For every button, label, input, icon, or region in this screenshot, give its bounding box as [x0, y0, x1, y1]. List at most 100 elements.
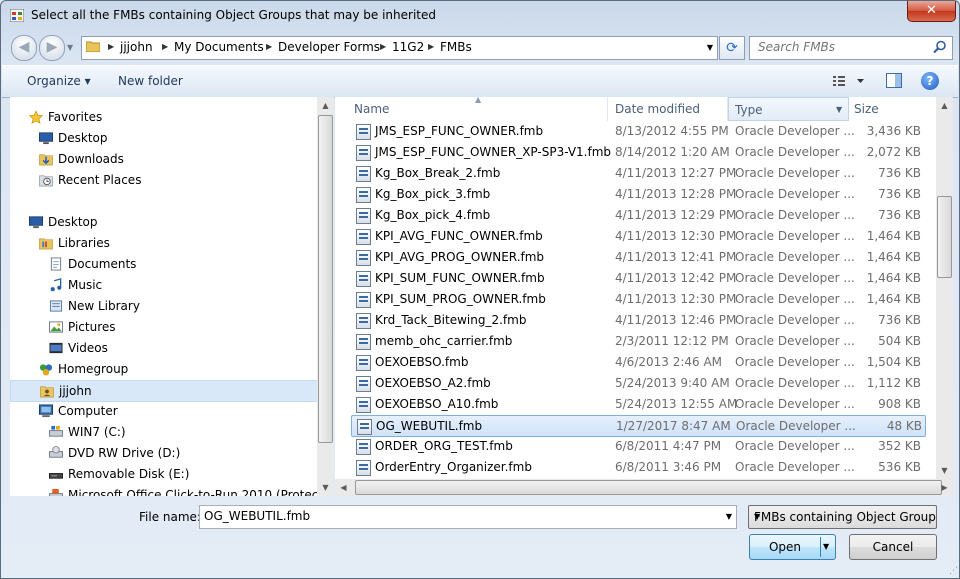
open-button[interactable]: Open ▼ [749, 534, 836, 560]
nav-item-win7-c[interactable]: WIN7 (C:) [48, 422, 310, 442]
new-folder-button[interactable]: New folder [118, 74, 183, 88]
breadcrumb-separator-icon[interactable]: ▶ [428, 42, 434, 51]
file-name-cell: JMS_ESP_FUNC_OWNER_XP-SP3-V1.fmb [375, 145, 612, 159]
scroll-down-icon[interactable]: ▼ [317, 479, 334, 496]
file-row[interactable]: JMS_ESP_FUNC_OWNER_XP-SP3-V1.fmb 8/14/201… [351, 142, 924, 162]
nav-item-pictures[interactable]: Pictures [48, 317, 310, 337]
file-name-cell: KPI_SUM_PROG_OWNER.fmb [375, 292, 546, 306]
navigation-pane-scrollbar[interactable]: ▲ ▼ [317, 97, 334, 496]
nav-item-label: Libraries [58, 236, 110, 250]
file-row[interactable]: KPI_SUM_PROG_OWNER.fmb 4/11/2013 12:30 PM… [351, 289, 924, 309]
breadcrumb-separator-icon[interactable]: ▶ [162, 42, 168, 51]
nav-item-music[interactable]: Music [48, 275, 310, 295]
file-row[interactable]: OEXOEBSO.fmb 4/6/2013 2:46 AM Oracle Devel… [351, 352, 924, 372]
open-options-dropdown-icon[interactable]: ▼ [823, 542, 829, 551]
nav-item-libraries[interactable]: Libraries [38, 233, 310, 253]
file-size-cell: 1,464 KB [866, 250, 921, 264]
nav-item-desktop[interactable]: Desktop [28, 212, 310, 232]
nav-item-documents[interactable]: Documents [48, 254, 310, 274]
organize-button[interactable]: Organize ▾ [27, 74, 91, 88]
resize-grip-icon[interactable]: ⋰ [949, 566, 958, 576]
file-size-cell: 1,464 KB [866, 229, 921, 243]
file-row[interactable]: Kg_Box_Break_2.fmb 4/11/2013 12:27 PM Orac… [351, 163, 924, 183]
nav-item-dvd-rw-drive-d[interactable]: DVD RW Drive (D:) [48, 443, 310, 463]
file-row[interactable]: KPI_SUM_FUNC_OWNER.fmb 4/11/2013 12:42 PM… [351, 268, 924, 288]
scroll-down-icon[interactable]: ▼ [936, 462, 953, 479]
computer-icon [39, 404, 53, 418]
search-icon[interactable] [933, 40, 947, 54]
column-header-type[interactable]: Type ▼ [728, 97, 849, 121]
file-size-cell: 1,464 KB [866, 271, 921, 285]
nav-item-removable-disk-e[interactable]: Removable Disk (E:) [48, 464, 310, 484]
file-row[interactable]: Kg_Box_pick_4.fmb 4/11/2013 12:29 PM Oracl… [351, 205, 924, 225]
file-row[interactable]: OEXOEBSO_A10.fmb 5/24/2013 12:55 AM Oracle… [351, 394, 924, 414]
help-button[interactable]: ? [921, 72, 939, 90]
breadcrumb-separator-icon[interactable]: ▶ [380, 42, 386, 51]
nav-item-label: jjjohn [59, 384, 92, 398]
file-row[interactable]: JMS_ESP_FUNC_OWNER.fmb 8/13/2012 4:55 PM O… [351, 121, 924, 141]
file-row[interactable]: OrderEntry_Organizer.fmb 6/8/2011 3:46 PM… [351, 457, 924, 477]
column-header-size[interactable]: Size [849, 97, 936, 121]
scroll-up-icon[interactable]: ▲ [317, 97, 334, 114]
search-input[interactable] [750, 37, 928, 57]
column-filter-dropdown-icon[interactable]: ▼ [836, 98, 842, 122]
forward-button[interactable]: ▶ [39, 35, 65, 61]
nav-item-downloads[interactable]: Downloads [38, 149, 310, 169]
scrollbar-thumb[interactable] [318, 115, 333, 443]
nav-item-recent-places[interactable]: Recent Places [38, 170, 310, 190]
nav-item-homegroup[interactable]: Homegroup [38, 359, 310, 379]
nav-item-microsoft-office-click-to-run-2010-protected[interactable]: Microsoft Office Click-to-Run 2010 (Prot… [48, 485, 317, 496]
nav-item-computer[interactable]: Computer [38, 401, 310, 421]
scrollbar-thumb[interactable] [937, 196, 952, 278]
scrollbar-thumb[interactable] [355, 480, 942, 495]
file-name-combobox[interactable]: ▼ [199, 505, 737, 529]
change-view-icon[interactable] [831, 72, 871, 90]
preview-pane-icon[interactable] [886, 73, 902, 88]
nav-item-videos[interactable]: Videos [48, 338, 310, 358]
file-row[interactable]: KPI_AVG_FUNC_OWNER.fmb 4/11/2013 12:30 PM… [351, 226, 924, 246]
breadcrumb-developer-forms[interactable]: Developer Forms [278, 40, 380, 54]
office-drive-icon [49, 488, 63, 496]
nav-item-desktop[interactable]: Desktop [38, 128, 310, 148]
breadcrumb-11g2[interactable]: 11G2 [392, 40, 424, 54]
file-type-cell: Oracle Developer ... [735, 145, 855, 159]
file-name-cell: OG_WEBUTIL.fmb [376, 419, 483, 433]
address-bar[interactable]: ▶ jjjohn ▶ My Documents ▶ Developer Form… [81, 36, 718, 60]
breadcrumb-my-documents[interactable]: My Documents [174, 40, 264, 54]
nav-item-new-library[interactable]: New Library [48, 296, 310, 316]
file-row[interactable]: OG_WEBUTIL.fmb 1/27/2017 8:47 AM Oracle De… [351, 415, 926, 437]
file-row[interactable]: memb_ohc_carrier.fmb 2/3/2011 12:12 PM Ora… [351, 331, 924, 351]
file-type-cell: Oracle Developer ... [735, 187, 855, 201]
file-name-cell: KPI_AVG_FUNC_OWNER.fmb [375, 229, 543, 243]
file-name-field[interactable] [200, 506, 714, 526]
scroll-right-icon[interactable]: ▶ [936, 479, 953, 496]
file-list-vertical-scrollbar[interactable]: ▲ ▼ [936, 97, 953, 479]
open-button-label: Open [768, 540, 802, 554]
recent-pages-dropdown-icon[interactable]: ▼ [67, 43, 73, 52]
file-type-cell: Oracle Developer ... [735, 439, 855, 453]
column-header-name[interactable]: ▲ Name [335, 97, 608, 121]
file-type-filter-select[interactable]: FMBs containing Object Group ▼ [748, 505, 937, 529]
search-box[interactable] [749, 36, 953, 60]
file-row[interactable]: Krd_Tack_Bitewing_2.fmb 4/11/2013 12:46 P… [351, 310, 924, 330]
cancel-button[interactable]: Cancel [849, 534, 937, 560]
file-row[interactable]: ORDER_ORG_TEST.fmb 6/8/2011 4:47 PM Oracle… [351, 436, 924, 456]
file-name-dropdown-icon[interactable]: ▼ [726, 512, 732, 521]
file-list-horizontal-scrollbar[interactable]: ◀ ▶ [335, 479, 953, 496]
scroll-up-icon[interactable]: ▲ [936, 97, 953, 114]
refresh-button[interactable]: ⟳ [719, 36, 745, 60]
nav-item-jjjohn[interactable]: jjjohn [10, 380, 317, 402]
close-button[interactable]: ✕ [907, 1, 956, 22]
back-button[interactable]: ◀ [11, 35, 37, 61]
column-header-date-modified[interactable]: Date modified [608, 97, 728, 121]
breadcrumb-separator-icon[interactable]: ▶ [266, 42, 272, 51]
breadcrumb-separator-icon[interactable]: ▶ [108, 42, 114, 51]
address-dropdown-icon[interactable]: ▼ [707, 43, 713, 52]
file-row[interactable]: KPI_AVG_PROG_OWNER.fmb 4/11/2013 12:41 PM… [351, 247, 924, 267]
breadcrumb-fmbs[interactable]: FMBs [440, 40, 472, 54]
breadcrumb-jjjohn[interactable]: jjjohn [120, 40, 153, 54]
nav-item-favorites[interactable]: Favorites [28, 107, 310, 127]
file-row[interactable]: Kg_Box_pick_3.fmb 4/11/2013 12:28 PM Oracl… [351, 184, 924, 204]
file-row[interactable]: OEXOEBSO_A2.fmb 5/24/2013 9:40 AM Oracle D… [351, 373, 924, 393]
scroll-left-icon[interactable]: ◀ [335, 479, 352, 496]
